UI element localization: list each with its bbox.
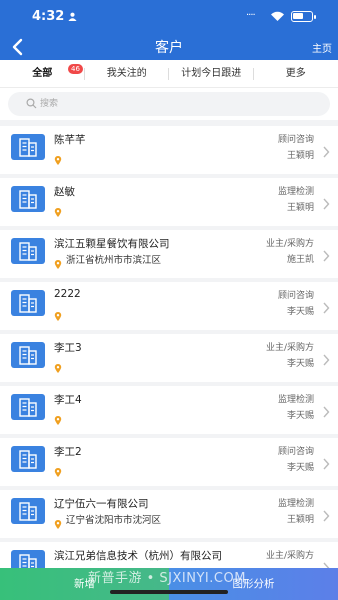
- customer-name: 李工4: [54, 394, 82, 406]
- customer-name: 李工3: [54, 342, 82, 354]
- count-badge: 46: [68, 64, 83, 74]
- tab-label: 我关注的: [106, 68, 147, 79]
- location-pin-icon: [54, 150, 62, 165]
- tab-label: 更多: [285, 68, 306, 79]
- tab-today-followup[interactable]: 计划今日跟进: [169, 60, 254, 87]
- customer-type: 监理检测: [277, 499, 314, 509]
- customer-owner: 李天赐: [286, 307, 314, 317]
- search-icon: [26, 98, 37, 109]
- nav-bar: 客户 主页: [0, 34, 338, 60]
- tab-label: 计划今日跟进: [181, 68, 242, 79]
- customer-name: 2222: [54, 288, 81, 300]
- customer-address: 辽宁省沈阳市市沈河区: [66, 515, 162, 526]
- customer-row[interactable]: 滨江五颗星餐饮有限公司 浙江省杭州市市滨江区 业主/采购方施王凯: [0, 230, 338, 278]
- tab-more[interactable]: 更多: [254, 60, 338, 87]
- location-pin-icon: [54, 202, 62, 217]
- wifi-icon: [271, 11, 284, 21]
- battery-icon: [291, 11, 316, 22]
- customer-name: 赵敏: [54, 186, 75, 198]
- location-pin-icon: [54, 358, 62, 373]
- chevron-right-icon: [322, 507, 330, 522]
- building-icon: [11, 134, 45, 160]
- location-pin-icon: [54, 306, 62, 321]
- tab-bar: 全部 我关注的 计划今日跟进 更多: [0, 60, 338, 88]
- customer-type: 业主/采购方: [265, 239, 314, 249]
- search-bar: [0, 88, 338, 120]
- status-time: 4:32: [32, 9, 65, 24]
- location-pin-icon: [54, 514, 62, 529]
- building-icon: [11, 290, 45, 316]
- customer-row[interactable]: 赵敏 监理检测王颖明: [0, 178, 338, 226]
- customer-owner: 王颖明: [286, 151, 314, 161]
- customer-name: 辽宁伍六一有限公司: [54, 498, 149, 510]
- building-icon: [11, 394, 45, 420]
- customer-owner: 李天赐: [286, 359, 314, 369]
- customer-type: 顾问咨询: [277, 447, 314, 457]
- building-icon: [11, 446, 45, 472]
- tab-following[interactable]: 我关注的: [85, 60, 169, 87]
- chevron-right-icon: [322, 299, 330, 314]
- search-box[interactable]: [8, 92, 330, 116]
- customer-row[interactable]: 李工4 监理检测李天赐: [0, 386, 338, 434]
- customer-owner: 李天赐: [286, 463, 314, 473]
- customer-owner: 李天赐: [286, 411, 314, 421]
- page-title: 客户: [155, 40, 183, 56]
- chevron-right-icon: [322, 195, 330, 210]
- customer-type: 顾问咨询: [277, 291, 314, 301]
- customer-row[interactable]: 李工3 业主/采购方李天赐: [0, 334, 338, 382]
- customer-row[interactable]: 李工2 顾问咨询李天赐: [0, 438, 338, 486]
- customer-owner: 王颖明: [286, 203, 314, 213]
- customer-address: 浙江省杭州市市滨江区: [66, 255, 162, 266]
- customer-type: 监理检测: [277, 395, 314, 405]
- chevron-right-icon: [322, 143, 330, 158]
- customer-name: 滨江兄弟信息技术（杭州）有限公司: [54, 550, 222, 562]
- signal-icon: ····: [246, 10, 256, 21]
- customer-owner: 王颖明: [286, 515, 314, 525]
- home-link[interactable]: 主页: [312, 40, 332, 55]
- customer-type: 顾问咨询: [277, 135, 314, 145]
- home-indicator: [110, 590, 228, 594]
- watermark: 新普手游 • SJXINYI.COM: [88, 571, 246, 586]
- customer-row[interactable]: 辽宁伍六一有限公司辽宁省沈阳市市沈河区 监理检测王颖明: [0, 490, 338, 538]
- customer-type: 业主/采购方: [265, 343, 314, 353]
- chevron-right-icon: [322, 403, 330, 418]
- building-icon: [11, 498, 45, 524]
- customer-row[interactable]: 陈芊芊 顾问咨询王颖明: [0, 126, 338, 174]
- customer-type: 监理检测: [277, 187, 314, 197]
- tab-label: 全部: [32, 68, 53, 79]
- customer-owner: 施王凯: [286, 255, 314, 265]
- status-bar: 4:32 ····: [0, 0, 338, 34]
- search-input[interactable]: [40, 96, 300, 112]
- customer-name: 李工2: [54, 446, 82, 458]
- building-icon: [11, 186, 45, 212]
- building-icon: [11, 238, 45, 264]
- location-pin-icon: [54, 410, 62, 425]
- customer-name: 滨江五颗星餐饮有限公司: [54, 238, 170, 250]
- customer-row[interactable]: 2222 顾问咨询李天赐: [0, 282, 338, 330]
- building-icon: [11, 342, 45, 368]
- location-pin-icon: [54, 254, 62, 269]
- chevron-right-icon: [322, 455, 330, 470]
- customer-name: 陈芊芊: [54, 134, 86, 146]
- customer-list: 陈芊芊 顾问咨询 王颖明 赵敏 监理检测 王颖明 滨江五颗星餐饮有限公司 浙江省杭州市市滨江区…: [0, 126, 338, 594]
- person-icon: [68, 12, 77, 21]
- chevron-right-icon: [322, 247, 330, 262]
- customer-type: 业主/采购方: [265, 551, 314, 561]
- location-pin-icon: [54, 462, 62, 477]
- chevron-right-icon: [322, 351, 330, 366]
